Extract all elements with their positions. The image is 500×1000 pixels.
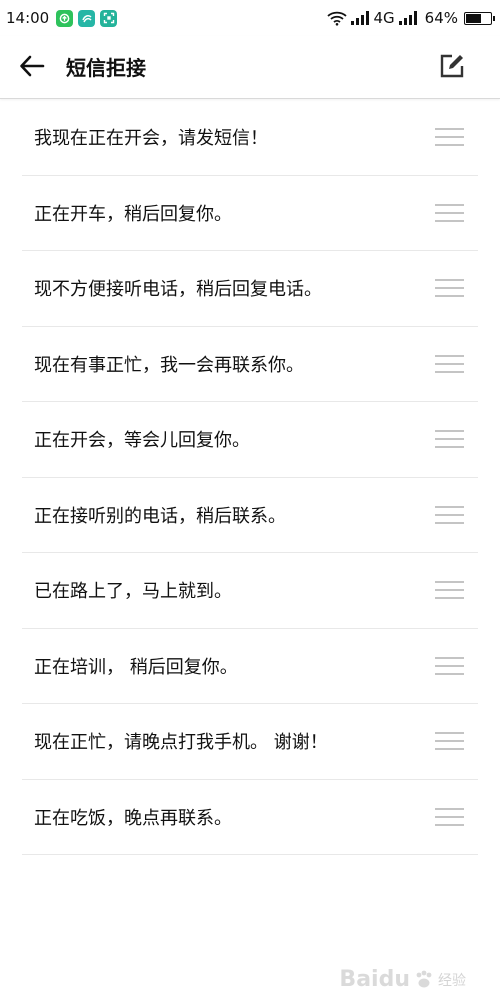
reply-text: 现在正忙，请晚点打我手机。 谢谢！	[34, 732, 328, 754]
watermark-brand: Baidu	[339, 967, 410, 992]
reply-item[interactable]: 我现在正在开会，请发短信！	[22, 100, 478, 176]
drag-handle-bar	[435, 732, 464, 735]
drag-handle-bar	[435, 656, 464, 659]
drag-handle-icon[interactable]	[435, 203, 464, 222]
drag-handle-icon[interactable]	[435, 656, 464, 675]
network-type: 4G	[373, 9, 395, 27]
drag-handle-bar	[435, 740, 464, 743]
drag-handle-bar	[435, 203, 464, 206]
drag-handle-icon[interactable]	[435, 279, 464, 298]
reply-text: 我现在正在开会，请发短信！	[34, 128, 268, 150]
back-button[interactable]	[16, 53, 48, 83]
status-right: 4G 64%	[327, 9, 495, 27]
drag-handle-bar	[435, 513, 464, 516]
reply-text: 现不方便接听电话，稍后回复电话。	[34, 279, 322, 301]
drag-handle-icon[interactable]	[435, 581, 464, 600]
drag-handle-bar	[435, 589, 464, 592]
reply-text: 正在开会，等会儿回复你。	[34, 430, 250, 452]
drag-handle-bar	[435, 581, 464, 584]
signal-icon-2	[398, 11, 417, 25]
battery-icon	[464, 11, 495, 25]
drag-handle-bar	[435, 664, 464, 667]
status-left: 14:00	[6, 9, 118, 27]
status-time: 14:00	[6, 9, 50, 27]
reply-item[interactable]: 现不方便接听电话，稍后回复电话。	[22, 251, 478, 327]
drag-handle-bar	[435, 807, 464, 810]
drag-handle-icon[interactable]	[435, 505, 464, 524]
reply-text: 正在培训， 稍后回复你。	[34, 656, 238, 678]
reply-list: 我现在正在开会，请发短信！ 正在开车，稍后回复你。现不方便接听电话，稍后回复电话。…	[22, 100, 478, 855]
reply-text: 现在有事正忙，我一会再联系你。	[34, 354, 304, 376]
reply-item[interactable]: 正在吃饭，晚点再联系。	[22, 780, 478, 855]
drag-handle-icon[interactable]	[435, 430, 464, 449]
paw-icon	[414, 970, 434, 990]
drag-handle-bar	[435, 362, 464, 365]
drag-handle-icon[interactable]	[435, 354, 464, 373]
status-bar: 14:00 4G 64%	[0, 0, 500, 36]
app-teal-icon	[78, 9, 96, 27]
battery-fill	[466, 13, 481, 23]
drag-handle-bar	[435, 521, 464, 524]
drag-handle-icon[interactable]	[435, 128, 464, 147]
drag-handle-bar	[435, 823, 464, 826]
watermark-logo: Baidu 经验	[339, 967, 466, 992]
drag-handle-bar	[435, 136, 464, 139]
drag-handle-bar	[435, 430, 464, 433]
reply-item[interactable]: 正在开会，等会儿回复你。	[22, 402, 478, 478]
battery-percent: 64%	[424, 9, 458, 27]
app-header: 短信拒接	[0, 36, 500, 99]
page-title: 短信拒接	[66, 56, 146, 80]
drag-handle-bar	[435, 128, 464, 131]
drag-handle-bar	[435, 279, 464, 282]
drag-handle-bar	[435, 370, 464, 373]
reply-item[interactable]: 正在开车，稍后回复你。	[22, 176, 478, 251]
drag-handle-bar	[435, 438, 464, 441]
drag-handle-bar	[435, 144, 464, 147]
app-scan-icon	[100, 9, 118, 27]
reply-item[interactable]: 正在接听别的电话，稍后联系。	[22, 478, 478, 553]
drag-handle-bar	[435, 287, 464, 290]
drag-handle-bar	[435, 815, 464, 818]
drag-handle-bar	[435, 505, 464, 508]
reply-text: 正在接听别的电话，稍后联系。	[34, 505, 286, 527]
arrow-left-icon	[19, 55, 45, 81]
reply-item[interactable]: 已在路上了，马上就到。	[22, 553, 478, 629]
reply-item[interactable]: 现在有事正忙，我一会再联系你。	[22, 327, 478, 402]
watermark-suffix: 经验	[438, 972, 466, 989]
drag-handle-bar	[435, 295, 464, 298]
signal-icon	[351, 11, 370, 25]
drag-handle-bar	[435, 354, 464, 357]
drag-handle-icon[interactable]	[435, 807, 464, 826]
drag-handle-icon[interactable]	[435, 732, 464, 751]
drag-handle-bar	[435, 211, 464, 214]
reply-item[interactable]: 现在正忙，请晚点打我手机。 谢谢！	[22, 704, 478, 780]
drag-handle-bar	[435, 446, 464, 449]
edit-icon	[439, 53, 465, 83]
reply-text: 正在吃饭，晚点再联系。	[34, 807, 232, 829]
edit-button[interactable]	[436, 52, 468, 84]
reply-item[interactable]: 正在培训， 稍后回复你。	[22, 629, 478, 704]
drag-handle-bar	[435, 597, 464, 600]
app-green-icon	[56, 9, 74, 27]
wifi-icon	[327, 11, 348, 26]
drag-handle-bar	[435, 219, 464, 222]
drag-handle-bar	[435, 748, 464, 751]
reply-text: 已在路上了，马上就到。	[34, 581, 232, 603]
reply-text: 正在开车，稍后回复你。	[34, 203, 232, 225]
drag-handle-bar	[435, 672, 464, 675]
